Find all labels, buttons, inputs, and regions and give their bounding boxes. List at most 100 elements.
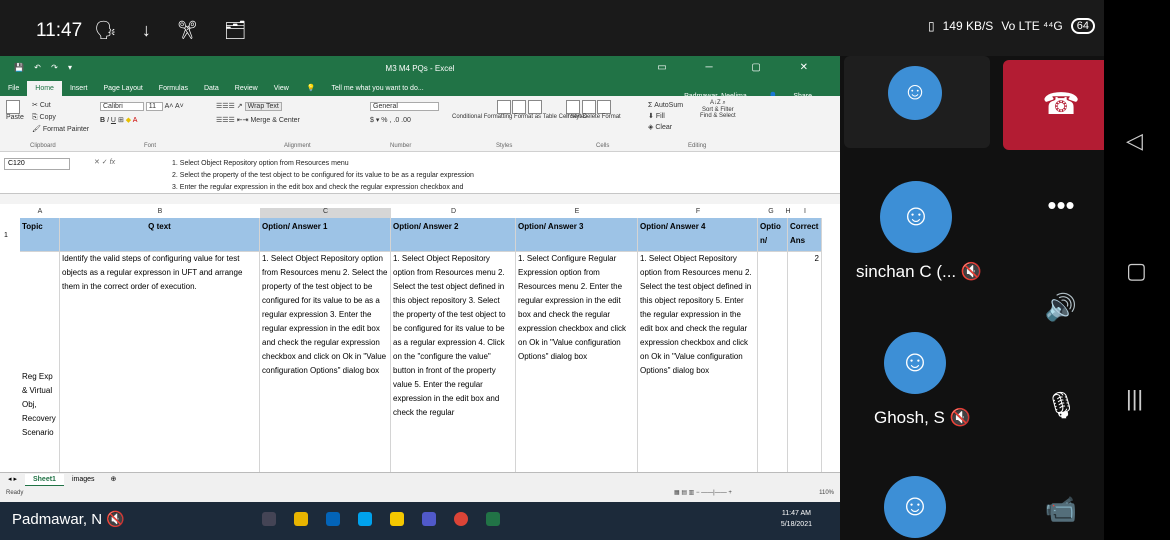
format-painter-button[interactable]: 🖌 Format Painter [32,124,89,136]
tab-view[interactable]: View [266,81,297,92]
sheet-nav-arrows[interactable]: ◂ ▸ [0,473,25,485]
align-top-icon[interactable]: ☰☰☰ [216,103,235,110]
tab-formulas[interactable]: Formulas [151,81,196,92]
font-size-select[interactable]: 11 [145,102,164,111]
insert-icon[interactable] [566,100,580,114]
spreadsheet-grid[interactable]: A B C D E F G H I 1 Topic Q text Option/… [0,204,840,474]
copy-button[interactable]: ⎘ Copy [32,112,89,124]
header-answer3[interactable]: Option/ Answer 3 [516,218,638,252]
name-box[interactable]: C120 [4,158,70,170]
cell-topic[interactable]: Reg Exp & Virtual Obj, Recovery Scenario [20,252,60,474]
window-controls[interactable]: ▭ ─ ▢ ✕ [657,62,826,73]
col-header-e[interactable]: E [516,208,638,218]
sheet-tab-images[interactable]: images [64,474,103,485]
tab-review[interactable]: Review [227,81,266,92]
conditional-formatting-button[interactable]: Conditional Formatting [452,114,512,120]
fill-color-icon[interactable]: ◆ [126,117,131,124]
more-options-icon[interactable]: ••• [1003,190,1119,221]
col-header-b[interactable]: B [60,208,260,218]
header-correct[interactable]: Correct Ans [788,218,822,252]
format-as-table-button[interactable]: Format as Table [514,114,557,120]
taskbar-clock[interactable]: 11:47 AM 5/18/2021 [781,508,812,530]
conditional-formatting-icon[interactable] [496,100,511,114]
formula-content[interactable]: 1. Select Object Repository option from … [172,158,474,194]
cell-answer1[interactable]: 1. Select Object Repository option from … [260,252,391,474]
tab-insert[interactable]: Insert [62,81,96,92]
col-header-h[interactable]: H [784,208,792,218]
outlook-icon[interactable] [326,512,340,526]
recents-icon[interactable]: ||| [1126,386,1143,412]
tell-me-box[interactable]: Tell me what you want to do... [323,81,431,92]
italic-icon[interactable]: I [107,117,109,124]
format-icon[interactable] [597,100,612,114]
tab-file[interactable]: File [0,81,27,92]
underline-icon[interactable]: U [111,117,116,124]
cell-qtext[interactable]: Identify the valid steps of configuring … [60,252,260,474]
taskview-icon[interactable] [262,512,276,526]
borders-icon[interactable]: ⊞ [118,117,124,124]
cell-answer3[interactable]: 1. Select Configure Regular Expression o… [516,252,638,474]
cut-button[interactable]: ✂ Cut [32,100,89,112]
sticky-notes-icon[interactable] [390,512,404,526]
header-qtext[interactable]: Q text [60,218,260,252]
decimal-icon[interactable]: .0 .00 [393,117,411,124]
wrap-text-button[interactable]: Wrap Text [244,102,282,111]
number-format-select[interactable]: General [370,102,439,111]
sort-icon[interactable]: A↓Z [710,100,721,106]
col-header-d[interactable]: D [391,208,516,218]
zoom-level[interactable]: 110% [819,490,834,496]
col-header-f[interactable]: F [638,208,758,218]
teams-icon[interactable] [422,512,436,526]
cell-answer2[interactable]: 1. Select Object Repository option from … [391,252,516,474]
video-off-icon[interactable]: 📹 [1003,494,1119,525]
cell-option[interactable] [758,252,788,474]
find-icon[interactable]: ⌕ [722,100,725,106]
excel-icon[interactable] [486,512,500,526]
tab-data[interactable]: Data [196,81,227,92]
tab-home[interactable]: Home [27,81,62,97]
col-header-g[interactable]: G [758,208,784,218]
view-icons[interactable]: ▦ ▤ ▥ − ——|—— + [674,489,732,496]
col-header-a[interactable]: A [20,208,60,218]
tab-page-layout[interactable]: Page Layout [95,81,150,92]
indent-icon[interactable]: ⇤⇥ [237,117,249,124]
currency-icon[interactable]: $ ▾ % , [370,117,391,124]
back-icon[interactable]: ◁ [1126,128,1143,154]
cell-styles-icon[interactable] [528,100,543,114]
find-select-button[interactable]: Find & Select [700,113,736,119]
hang-up-button[interactable]: ☎ [1003,60,1119,150]
paste-icon[interactable] [6,100,20,114]
skype-icon[interactable] [358,512,372,526]
home-icon[interactable]: ▢ [1126,258,1147,284]
speaker-icon[interactable]: 🔊 [1003,292,1119,323]
file-explorer-icon[interactable] [294,512,308,526]
fx-icon[interactable]: ✕ ✓ fx [94,158,115,166]
clear-button[interactable]: ◈ Clear [648,122,683,133]
paste-button[interactable]: Paste [6,114,24,121]
grow-font-icon[interactable]: A˄ A˅ [165,103,184,110]
chrome-icon[interactable] [454,512,468,526]
col-header-c[interactable]: C [260,208,391,218]
mic-muted-icon[interactable]: 🎙 [1003,390,1119,421]
header-topic[interactable]: Topic [20,218,60,252]
bold-icon[interactable]: B [100,117,105,124]
font-color-icon[interactable]: A [133,117,138,124]
cell-answer4[interactable]: 1. Select Object Repository option from … [638,252,758,474]
header-answer2[interactable]: Option/ Answer 2 [391,218,516,252]
delete-button[interactable]: Delete [583,114,600,120]
col-header-i[interactable]: I [792,208,818,218]
orientation-icon[interactable]: ↗ [237,103,243,110]
format-as-table-icon[interactable] [512,100,527,114]
header-answer4[interactable]: Option/ Answer 4 [638,218,758,252]
insert-button[interactable]: Insert [566,114,581,120]
delete-icon[interactable] [581,100,596,114]
header-option[interactable]: Optio n/ [758,218,788,252]
header-answer1[interactable]: Option/ Answer 1 [260,218,391,252]
fill-button[interactable]: ⬇ Fill [648,111,683,122]
row-number[interactable]: 1 [4,232,8,239]
autosum-button[interactable]: Σ AutoSum [648,100,683,111]
add-sheet-icon[interactable]: ⊕ [103,473,125,485]
font-name-select[interactable]: Calibri [100,102,144,111]
participant-tile[interactable]: ☺ [844,56,990,148]
align-left-icon[interactable]: ☰☰☰ [216,117,235,124]
